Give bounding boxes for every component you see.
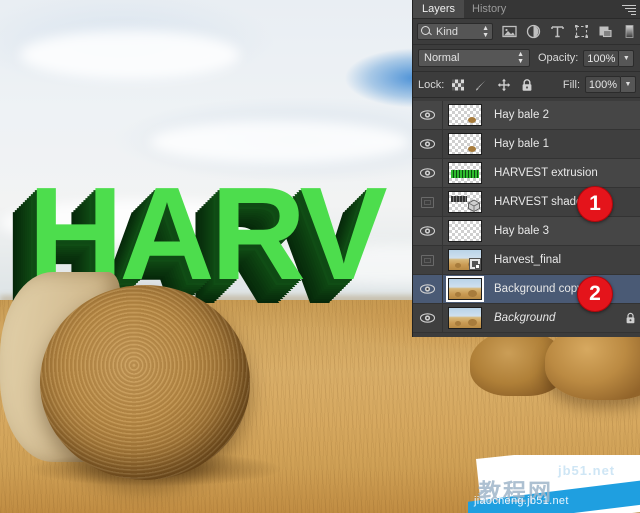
smart-object-filter-icon[interactable] — [598, 24, 613, 39]
watermark: jb51.net 教程网 jiaocheng.jb51.net — [468, 455, 640, 513]
screenshot-root: HARV jb51.net 教程网 jiaocheng.jb51.net Lay… — [0, 0, 640, 513]
smart-object-badge-icon — [469, 258, 481, 270]
filter-kind-select[interactable]: Kind ▲ ▼ — [417, 23, 493, 40]
watermark-site: jb51.net — [558, 463, 616, 478]
adjustment-filter-icon[interactable] — [526, 24, 541, 39]
step-badge-2: 2 — [577, 276, 613, 312]
layer-row[interactable]: HARVEST extrusion — [413, 158, 640, 188]
lock-transparent-pixels-icon[interactable] — [451, 78, 465, 92]
layer-filter-row: Kind ▲ ▼ — [413, 19, 640, 45]
layer-thumbnail[interactable] — [443, 104, 487, 126]
layer-thumbnail[interactable] — [443, 249, 487, 271]
layer-row[interactable]: Harvest_final — [413, 245, 640, 275]
layer-thumbnail[interactable] — [443, 162, 487, 184]
layer-name: Harvest_final — [494, 254, 562, 266]
layer-row[interactable]: Hay bale 1 — [413, 129, 640, 159]
lock-image-pixels-icon[interactable] — [474, 78, 488, 92]
layer-visibility-eye-icon[interactable] — [413, 303, 443, 333]
type-filter-icon[interactable] — [550, 24, 565, 39]
layer-visibility-eye-icon[interactable] — [413, 274, 443, 304]
layer-name: Background — [494, 312, 556, 324]
layer-name: Hay bale 3 — [494, 225, 549, 237]
color-filter-icon[interactable] — [622, 24, 637, 39]
layer-thumbnail[interactable] — [443, 133, 487, 155]
layer-name: Hay bale 2 — [494, 109, 549, 121]
blend-mode-select[interactable]: Normal ▲ ▼ — [418, 49, 530, 67]
layer-visibility-eye-icon[interactable] — [413, 129, 443, 159]
fill-label: Fill: — [562, 78, 580, 91]
layer-thumbnail[interactable] — [443, 191, 487, 213]
tab-history[interactable]: History — [463, 0, 515, 18]
lock-all-icon[interactable] — [520, 78, 534, 92]
hay-bale-foreground — [40, 285, 250, 480]
opacity-value[interactable]: 100% — [583, 49, 620, 67]
chevron-updown-icon: ▲ ▼ — [517, 51, 524, 65]
layer-name: HARVEST extrusion — [494, 167, 598, 179]
fill-value[interactable]: 100% — [585, 76, 621, 93]
lock-row: Lock: Fill: 100% ▼ — [413, 72, 640, 98]
layer-locked-icon — [619, 312, 640, 324]
panel-menu-icon[interactable] — [622, 3, 636, 15]
lock-label: Lock: — [418, 78, 445, 91]
image-filter-icon[interactable] — [502, 24, 517, 39]
blend-mode-value: Normal — [424, 52, 460, 64]
layer-visibility-eye-icon[interactable] — [413, 158, 443, 188]
layer-row[interactable]: Hay bale 3 — [413, 216, 640, 246]
layer-thumbnail[interactable] — [443, 307, 487, 329]
layer-row[interactable]: Background — [413, 303, 640, 333]
layer-visibility-hidden-icon[interactable] — [413, 245, 443, 275]
layer-visibility-eye-icon[interactable] — [413, 216, 443, 246]
fill-dropdown-icon[interactable]: ▼ — [621, 76, 636, 93]
layer-row[interactable]: Hay bale 2 — [413, 100, 640, 130]
filter-kind-label: Kind — [436, 25, 459, 38]
tab-layers[interactable]: Layers — [413, 0, 465, 18]
blend-opacity-row: Normal ▲ ▼ Opacity: 100% ▼ — [413, 45, 640, 72]
step-badge-1: 1 — [577, 186, 613, 222]
layer-thumbnail[interactable] — [443, 276, 487, 302]
chevron-updown-icon: ▲ ▼ — [482, 24, 489, 39]
search-icon — [421, 26, 432, 37]
layer-visibility-hidden-icon[interactable] — [413, 187, 443, 217]
panel-tab-bar: Layers History — [413, 0, 640, 19]
three-d-badge-icon — [467, 199, 481, 212]
watermark-url: jiaocheng.jb51.net — [474, 495, 569, 507]
shape-filter-icon[interactable] — [574, 24, 589, 39]
lock-position-icon[interactable] — [497, 78, 511, 92]
layer-visibility-eye-icon[interactable] — [413, 100, 443, 130]
opacity-dropdown-icon[interactable]: ▼ — [619, 49, 635, 67]
opacity-label: Opacity: — [538, 52, 579, 64]
layer-name: Hay bale 1 — [494, 138, 549, 150]
layer-thumbnail[interactable] — [443, 220, 487, 242]
